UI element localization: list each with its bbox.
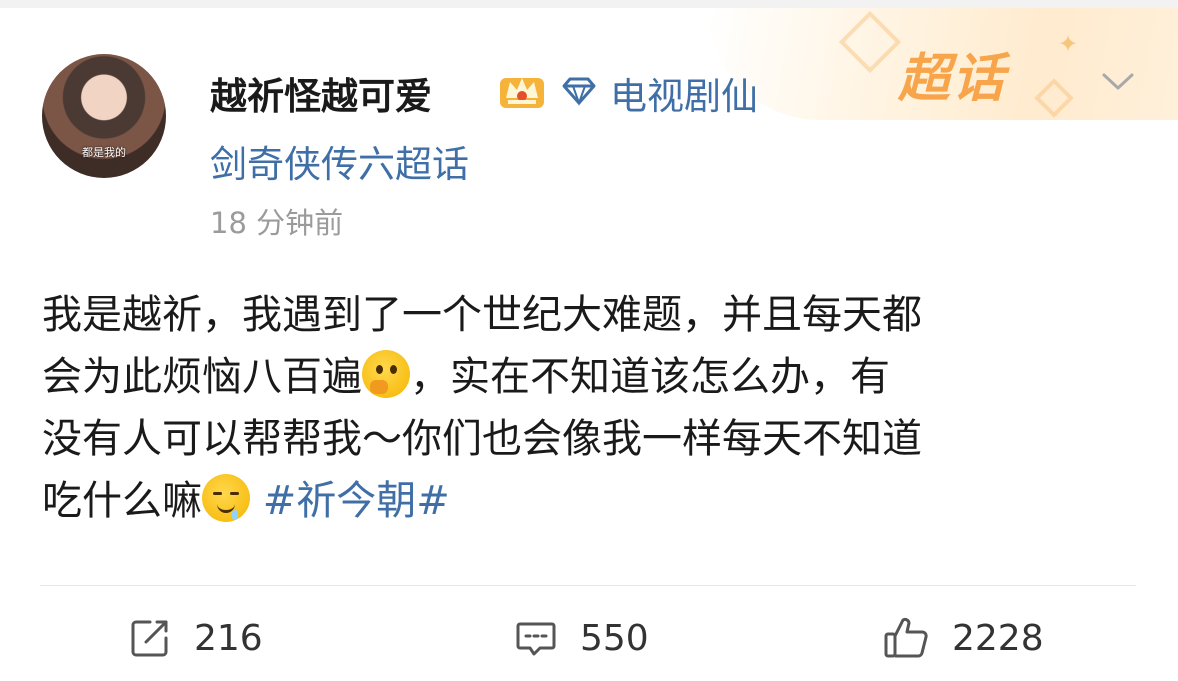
post-text-segment: 会为此烦恼八百遍 xyxy=(42,354,362,400)
supertopic-link[interactable]: 电视剧仙 xyxy=(610,66,758,120)
weibo-post-card: 超话 ✦ 都是我的 越祈怪越可爱 电视剧仙 剑奇侠传六超话 18 分钟前 我是越… xyxy=(0,0,1178,681)
repost-button[interactable]: 216 xyxy=(128,612,263,664)
post-text-line: 会为此烦恼八百遍 ，实在不知道该怎么办，有 xyxy=(42,346,1132,408)
like-button[interactable]: 2228 xyxy=(882,612,1044,664)
drooling-face-emoji xyxy=(202,474,250,522)
like-count: 2228 xyxy=(952,617,1044,659)
hashtag-link[interactable]: #祈今朝# xyxy=(263,478,450,524)
post-timestamp: 18 分钟前 xyxy=(210,206,344,240)
avatar-caption: 都是我的 xyxy=(82,146,126,159)
repost-count: 216 xyxy=(194,617,263,659)
top-separator xyxy=(0,0,1178,8)
action-divider xyxy=(40,585,1136,586)
comment-icon xyxy=(516,622,556,656)
thumbs-up-icon xyxy=(884,617,928,658)
post-text-line: 吃什么嘛 #祈今朝# xyxy=(42,470,1132,532)
avatar[interactable]: 都是我的 xyxy=(42,54,166,178)
post-text-line: 没有人可以帮帮我～你们也会像我一样每天不知道 xyxy=(42,416,922,462)
post-text-segment: 吃什么嘛 xyxy=(42,478,202,524)
chevron-down-icon[interactable] xyxy=(1100,66,1136,96)
post-text-line: 我是越祈，我遇到了一个世纪大难题，并且每天都 xyxy=(42,292,922,338)
comment-button[interactable]: 550 xyxy=(514,612,649,664)
username[interactable]: 越祈怪越可爱 xyxy=(210,66,432,120)
repost-icon xyxy=(131,620,168,657)
diamond-icon xyxy=(562,77,596,106)
supertopic-link-continued[interactable]: 剑奇侠传六超话 xyxy=(210,134,469,188)
thinking-face-emoji xyxy=(362,350,410,398)
supertopic-badge[interactable]: 超话 xyxy=(898,36,1006,111)
comment-count: 550 xyxy=(580,617,649,659)
post-text-segment: ，实在不知道该怎么办，有 xyxy=(410,354,890,400)
post-text: 我是越祈，我遇到了一个世纪大难题，并且每天都 会为此烦恼八百遍 ，实在不知道该怎么… xyxy=(42,284,1132,532)
crown-badge-icon xyxy=(500,78,544,108)
sparkle-icon: ✦ xyxy=(1058,30,1079,58)
